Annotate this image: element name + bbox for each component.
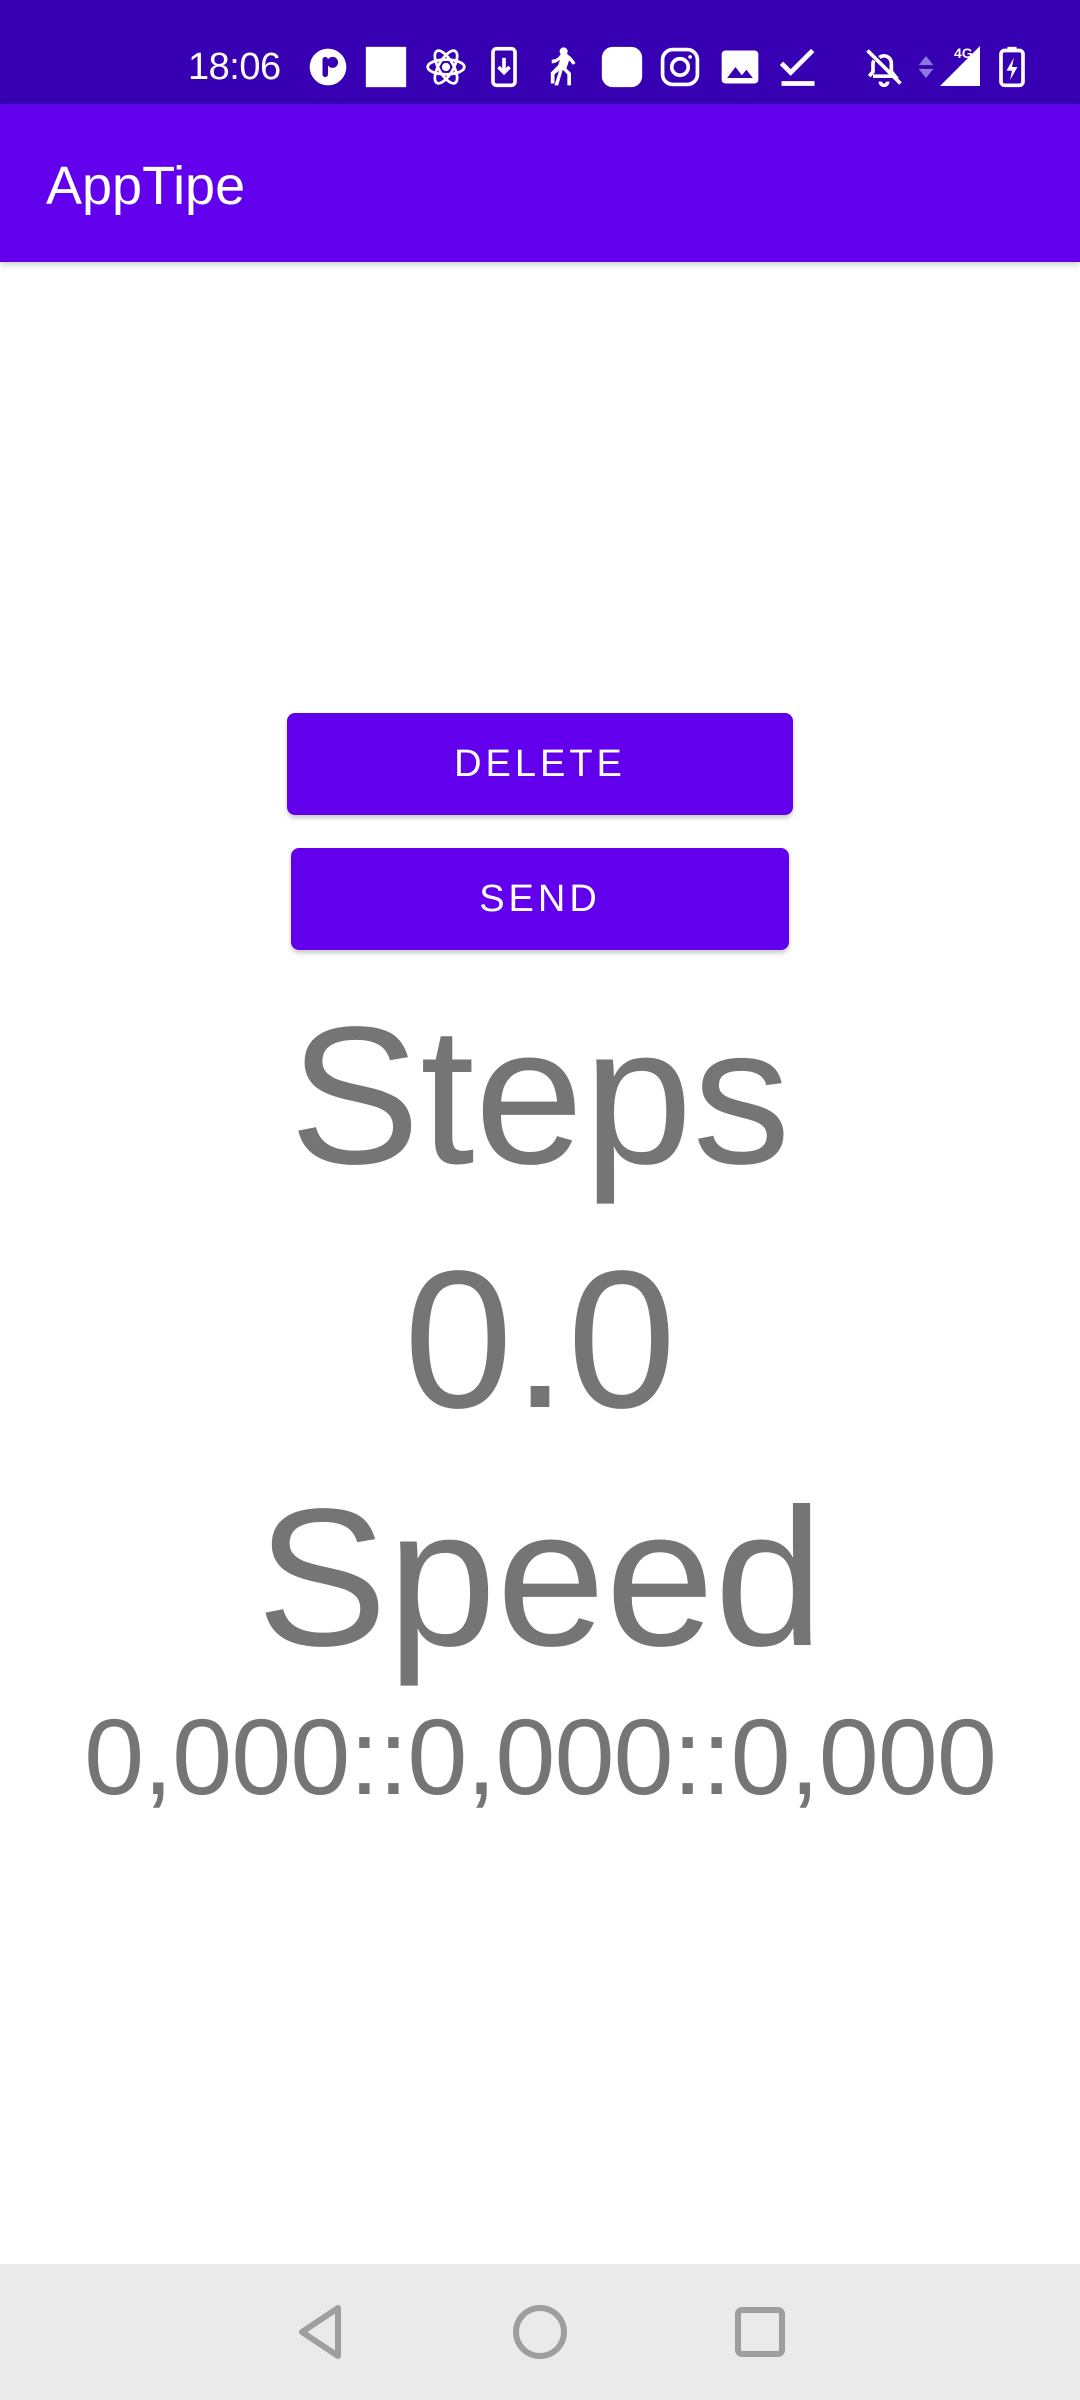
instagram-icon — [658, 45, 702, 89]
recent-apps-icon[interactable] — [720, 2292, 800, 2372]
battery-charging-icon — [990, 45, 1034, 89]
speed-value: 0,000::0,000::0,000 — [84, 1696, 997, 1817]
delete-button[interactable]: DELETE — [287, 713, 793, 815]
checkmark-icon — [776, 45, 820, 89]
image-icon — [718, 45, 762, 89]
steps-value: 0.0 — [403, 1230, 677, 1449]
app-title: AppTipe — [46, 156, 246, 216]
status-bar: 18:06 4G — [0, 0, 1080, 104]
app-bar: AppTipe — [0, 104, 1080, 262]
back-icon[interactable] — [282, 2292, 362, 2372]
send-button[interactable]: SEND — [291, 848, 789, 950]
running-person-icon — [538, 45, 582, 89]
bell-off-icon — [862, 45, 906, 89]
rounded-square-icon — [600, 45, 644, 89]
signal-icon: 4G — [936, 42, 984, 90]
navigation-bar — [0, 2264, 1080, 2400]
square-app-icon — [364, 45, 408, 89]
app-circle-icon — [306, 45, 350, 89]
status-time: 18:06 — [188, 46, 281, 88]
speed-label: Speed — [256, 1468, 824, 1687]
atom-icon — [424, 45, 468, 89]
network-type-label: 4G — [954, 45, 973, 61]
steps-label: Steps — [289, 986, 791, 1205]
home-icon[interactable] — [500, 2292, 580, 2372]
download-icon — [482, 45, 526, 89]
